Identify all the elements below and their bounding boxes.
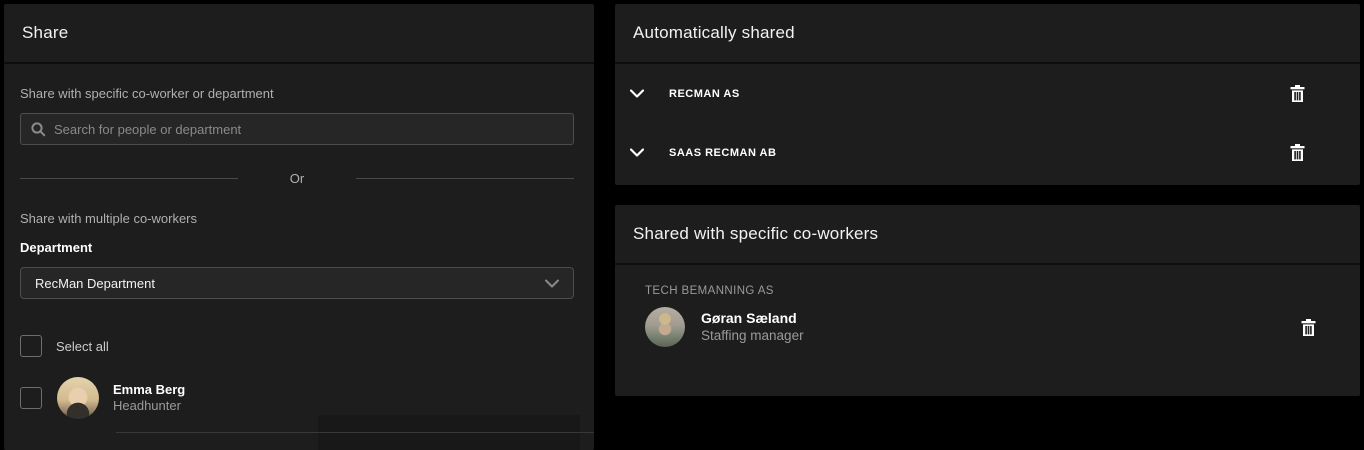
select-all-row: Select all xyxy=(20,335,574,357)
specific-share-label: Share with specific co-worker or departm… xyxy=(20,86,574,101)
divider-line xyxy=(356,178,574,179)
specific-shared-title: Shared with specific co-workers xyxy=(633,224,878,244)
department-select-value: RecMan Department xyxy=(35,276,155,291)
specific-shared-header: Shared with specific co-workers xyxy=(615,205,1360,265)
page-title: Share xyxy=(22,23,68,43)
auto-shared-group-row[interactable]: RECMAN AS xyxy=(615,64,1360,123)
search-input[interactable] xyxy=(54,122,563,137)
specific-shared-panel: Shared with specific co-workers TECH BEM… xyxy=(615,205,1360,396)
group-name: RECMAN AS xyxy=(669,88,740,100)
auto-shared-title: Automatically shared xyxy=(633,23,795,43)
share-panel: Share Share with specific co-worker or d… xyxy=(4,4,594,450)
trash-icon xyxy=(1290,144,1305,161)
coworker-name: Emma Berg xyxy=(113,382,185,398)
auto-shared-header: Automatically shared xyxy=(615,4,1360,64)
avatar xyxy=(645,307,685,347)
shared-person-row: Gøran Sæland Staffing manager xyxy=(645,307,1318,347)
shared-person-name: Gøran Sæland xyxy=(701,309,804,327)
share-dialog: Share Share with specific co-worker or d… xyxy=(0,0,1364,450)
coworker-meta: Emma Berg Headhunter xyxy=(113,382,185,414)
or-divider: Or xyxy=(20,171,574,186)
select-all-checkbox[interactable] xyxy=(20,335,42,357)
department-select[interactable]: RecMan Department xyxy=(20,267,574,299)
search-box xyxy=(20,113,574,145)
department-label: Department xyxy=(20,240,574,255)
delete-person-button[interactable] xyxy=(1299,317,1318,338)
shared-person-meta: Gøran Sæland Staffing manager xyxy=(701,309,804,345)
auto-shared-panel: Automatically shared RECMAN AS xyxy=(615,4,1360,185)
trash-icon xyxy=(1290,85,1305,102)
auto-shared-group-row[interactable]: SAAS RECMAN AB xyxy=(615,123,1360,182)
divider-line xyxy=(20,178,238,179)
delete-group-button[interactable] xyxy=(1288,142,1307,163)
share-panel-header: Share xyxy=(4,4,594,64)
coworker-checkbox[interactable] xyxy=(20,387,42,409)
or-label: Or xyxy=(238,171,356,186)
chevron-down-icon[interactable] xyxy=(630,89,644,98)
search-icon xyxy=(31,122,46,137)
share-panel-content: Share with specific co-worker or departm… xyxy=(4,86,594,433)
group-name: SAAS RECMAN AB xyxy=(669,147,776,159)
coworker-row[interactable]: Emma Berg Headhunter xyxy=(20,377,574,433)
shared-person-role: Staffing manager xyxy=(701,327,804,345)
chevron-down-icon xyxy=(545,279,559,288)
chevron-down-icon[interactable] xyxy=(630,148,644,157)
avatar xyxy=(57,377,99,419)
company-label: TECH BEMANNING AS xyxy=(645,285,1360,297)
select-all-label: Select all xyxy=(56,339,109,354)
coworker-role: Headhunter xyxy=(113,398,185,414)
trash-icon xyxy=(1301,319,1316,336)
multiple-share-label: Share with multiple co-workers xyxy=(20,211,574,226)
delete-group-button[interactable] xyxy=(1288,83,1307,104)
